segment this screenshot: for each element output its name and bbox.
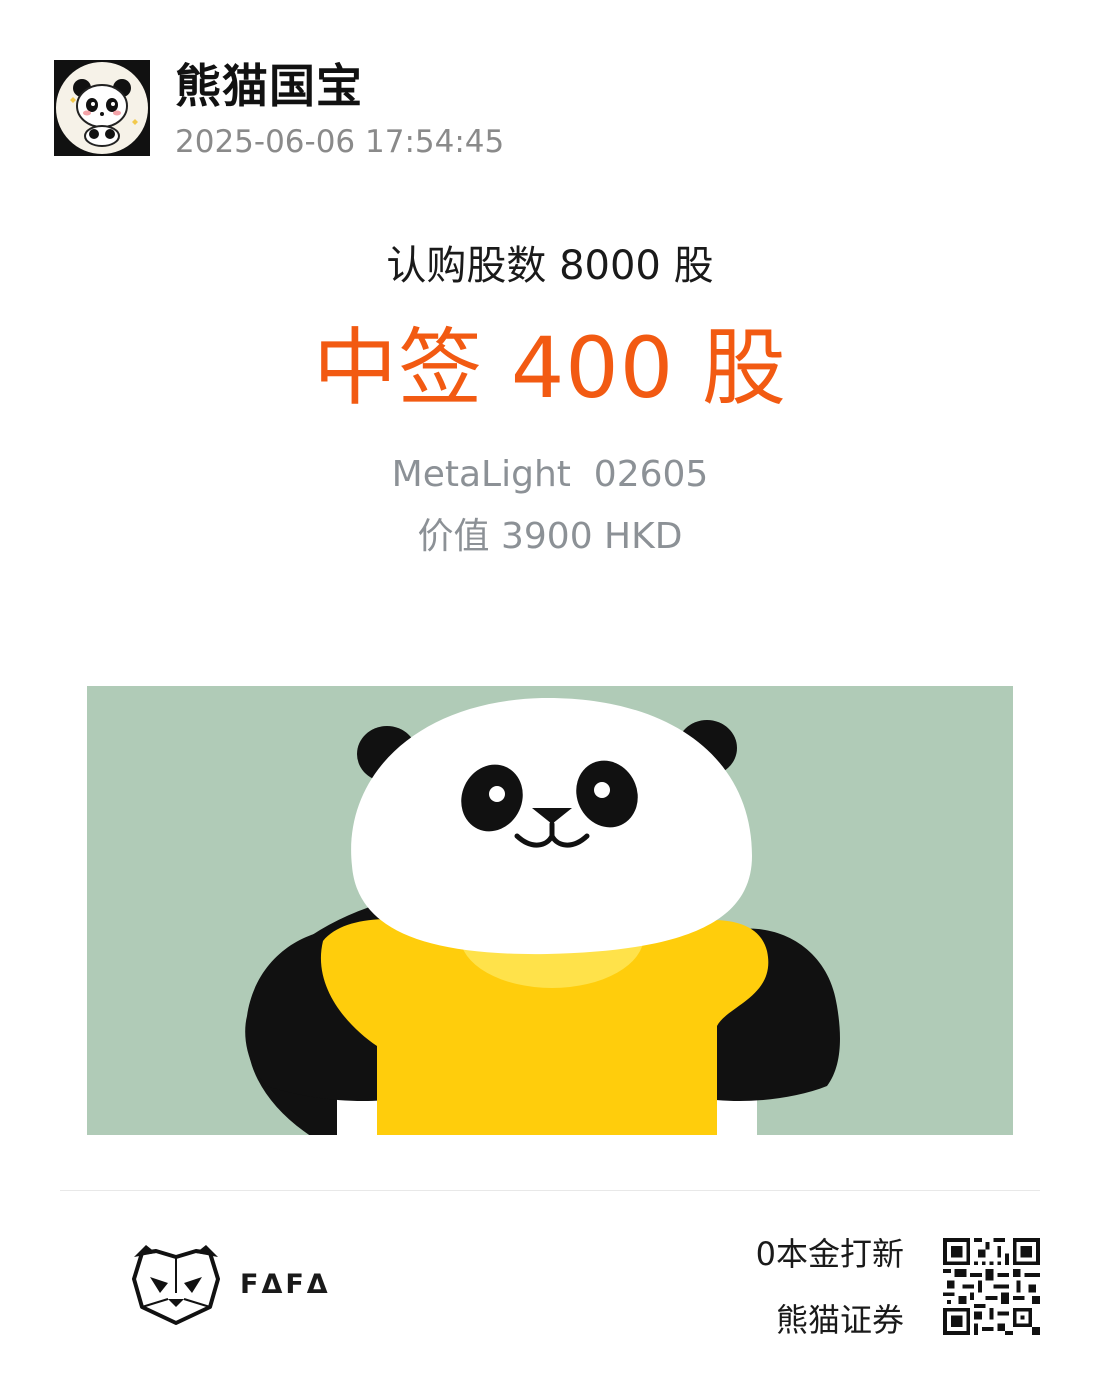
promo-slogan: 0本金打新 — [755, 1235, 904, 1273]
user-avatar[interactable] — [54, 60, 150, 156]
subscribed-shares: 认购股数 8000 股 — [386, 243, 714, 289]
panda-avatar-icon — [54, 60, 150, 156]
brand-name: FΔFΔ — [240, 1269, 331, 1300]
panda-holding-gold-ingot-icon — [87, 686, 1013, 1135]
panda-gold-illustration — [87, 686, 1013, 1135]
allotted-shares: 中签 400 股 — [313, 319, 787, 417]
download-qr-code[interactable] — [943, 1238, 1040, 1335]
footer-divider — [60, 1190, 1040, 1191]
qr-code-icon — [943, 1238, 1040, 1335]
post-timestamp: 2025-06-06 17:54:45 — [175, 124, 505, 160]
allotment-value: 价值 3900 HKD — [417, 516, 683, 557]
brand-logo — [128, 1243, 224, 1325]
stock-name-code: MetaLight 02605 — [391, 454, 709, 495]
company-name: 熊猫证券 — [775, 1301, 904, 1339]
panda-logo-icon — [132, 1245, 220, 1325]
username: 熊猫国宝 — [175, 59, 363, 113]
